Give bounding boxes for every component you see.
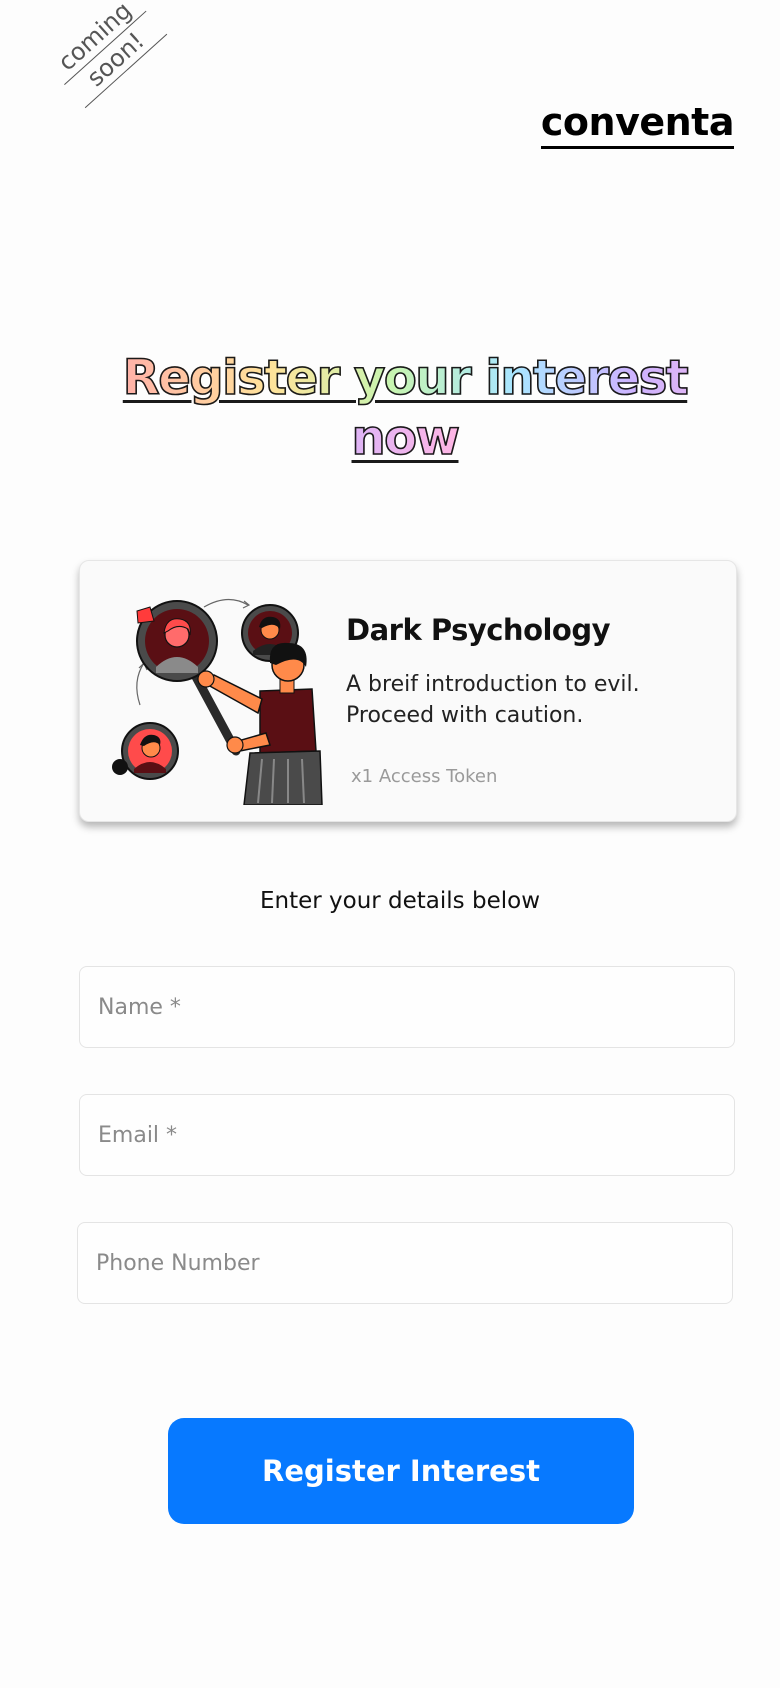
- form-subtitle: Enter your details below: [259, 888, 541, 914]
- card-description-line: A breif introduction to evil.: [346, 672, 640, 697]
- card-description-line: Proceed with caution.: [346, 703, 584, 728]
- email-input[interactable]: [79, 1094, 735, 1176]
- card-title: Dark Psychology: [346, 613, 611, 647]
- brand-logo[interactable]: conventa: [540, 100, 735, 149]
- coming-soon-badge: coming soon!: [44, 0, 168, 109]
- access-token-label: x1 Access Token: [351, 766, 498, 787]
- card-description: A breif introduction to evil. Proceed wi…: [346, 669, 716, 731]
- person-holding-magnifier-illustration: [112, 598, 323, 805]
- page-title: Register your interest now: [120, 348, 690, 468]
- name-input[interactable]: [79, 966, 735, 1048]
- product-card: Dark Psychology A breif introduction to …: [79, 560, 737, 822]
- page-title-text: Register your interest now: [122, 349, 690, 467]
- register-interest-button[interactable]: Register Interest: [168, 1418, 634, 1524]
- phone-input[interactable]: [77, 1222, 733, 1304]
